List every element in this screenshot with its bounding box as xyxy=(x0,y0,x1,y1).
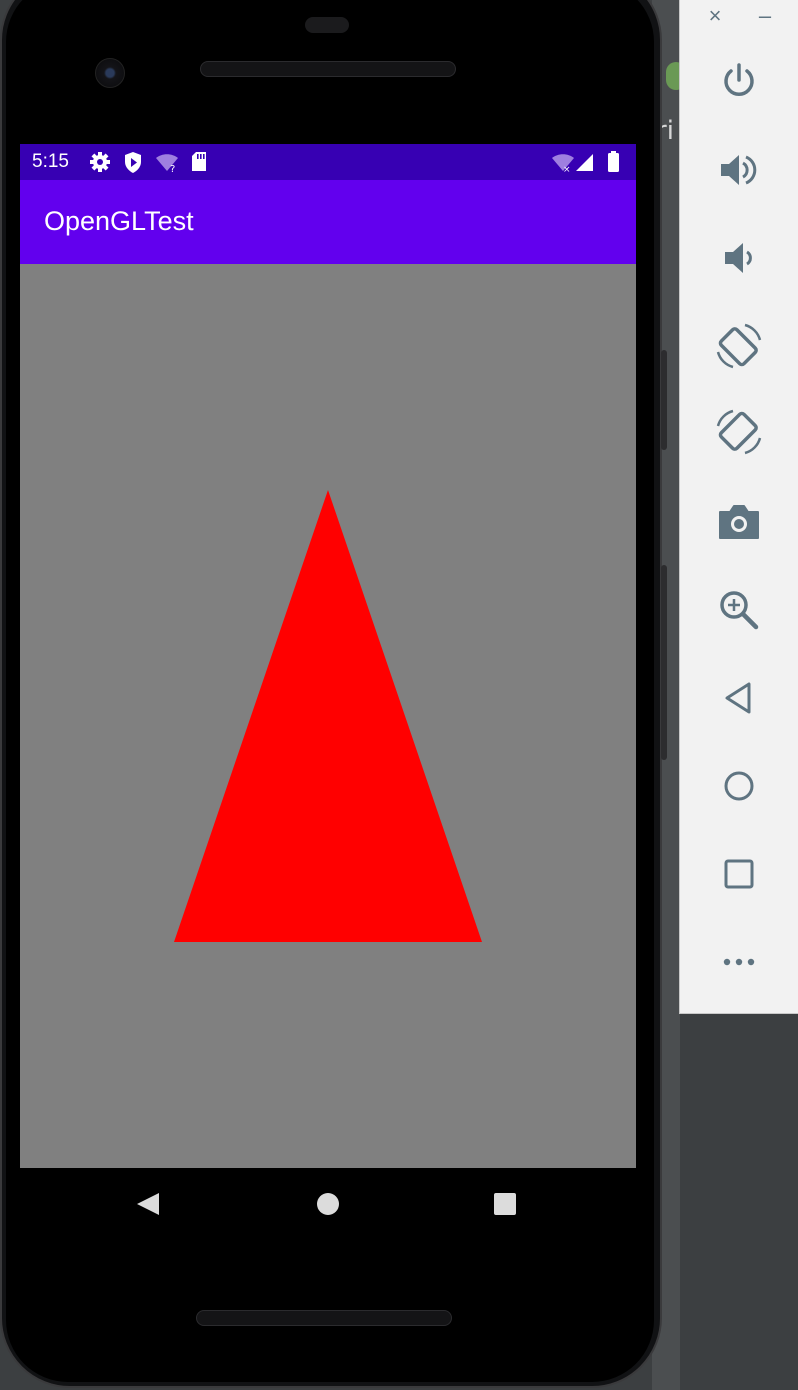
phone-side-button xyxy=(661,350,667,450)
device-screen: 5:15 ? × OpenGLTest xyxy=(20,144,636,1168)
rotate-left-icon xyxy=(716,323,762,369)
overview-button[interactable] xyxy=(680,844,798,904)
settings-icon xyxy=(90,152,110,172)
zoom-button[interactable] xyxy=(680,580,798,640)
shield-icon xyxy=(125,152,141,173)
rotate-left-button[interactable] xyxy=(680,316,798,376)
screenshot-button[interactable] xyxy=(680,492,798,552)
volume-up-button[interactable] xyxy=(680,140,798,200)
back-icon xyxy=(137,1193,159,1215)
status-bar: 5:15 ? × xyxy=(20,144,636,180)
minimize-window-button[interactable]: – xyxy=(750,2,780,30)
recents-icon xyxy=(494,1193,516,1215)
close-window-button[interactable]: × xyxy=(700,2,730,30)
close-icon: × xyxy=(708,3,722,28)
nav-home-button[interactable] xyxy=(317,1193,339,1215)
home-button[interactable] xyxy=(680,756,798,816)
emulator-toolbar: × – xyxy=(679,0,798,1014)
camera-icon xyxy=(719,505,759,539)
home-icon xyxy=(317,1193,339,1215)
back-button[interactable] xyxy=(680,668,798,728)
minimize-icon: – xyxy=(758,3,772,28)
app-bar: OpenGLTest xyxy=(20,180,636,264)
front-camera xyxy=(95,58,125,88)
status-time: 5:15 xyxy=(32,151,69,172)
power-button[interactable] xyxy=(680,50,798,110)
rotate-right-icon xyxy=(716,409,762,455)
volume-down-button[interactable] xyxy=(680,228,798,288)
opengl-surface-view[interactable] xyxy=(20,264,636,1168)
svg-text:?: ? xyxy=(170,164,175,174)
more-button[interactable] xyxy=(680,932,798,992)
overview-icon xyxy=(724,859,754,889)
nav-buttons xyxy=(137,1193,516,1215)
red-triangle xyxy=(174,490,482,942)
nav-recents-button[interactable] xyxy=(494,1193,516,1215)
status-right-icons: × xyxy=(552,151,619,174)
triangle-canvas xyxy=(174,490,482,942)
wifi-off-icon: × xyxy=(552,154,574,174)
battery-icon xyxy=(608,151,619,172)
app-title: OpenGLTest xyxy=(44,206,194,236)
cell-signal-icon xyxy=(576,154,593,171)
nav-back-button[interactable] xyxy=(137,1193,159,1215)
status-left-icons: ? xyxy=(90,152,206,174)
zoom-icon xyxy=(720,591,759,630)
earpiece xyxy=(305,17,349,33)
more-icon xyxy=(723,958,755,966)
home-icon xyxy=(724,771,754,801)
svg-text:×: × xyxy=(563,165,571,174)
bottom-speaker-grille xyxy=(196,1310,452,1326)
top-speaker-grille xyxy=(200,61,456,77)
wifi-question-icon: ? xyxy=(156,154,178,174)
phone-side-button xyxy=(661,565,667,760)
rotate-right-button[interactable] xyxy=(680,402,798,462)
navigation-bar xyxy=(20,1168,636,1240)
back-icon xyxy=(725,682,751,714)
volume-up-icon xyxy=(721,155,757,185)
sd-card-icon xyxy=(192,152,206,171)
power-icon xyxy=(724,63,754,96)
volume-down-icon xyxy=(725,243,752,273)
